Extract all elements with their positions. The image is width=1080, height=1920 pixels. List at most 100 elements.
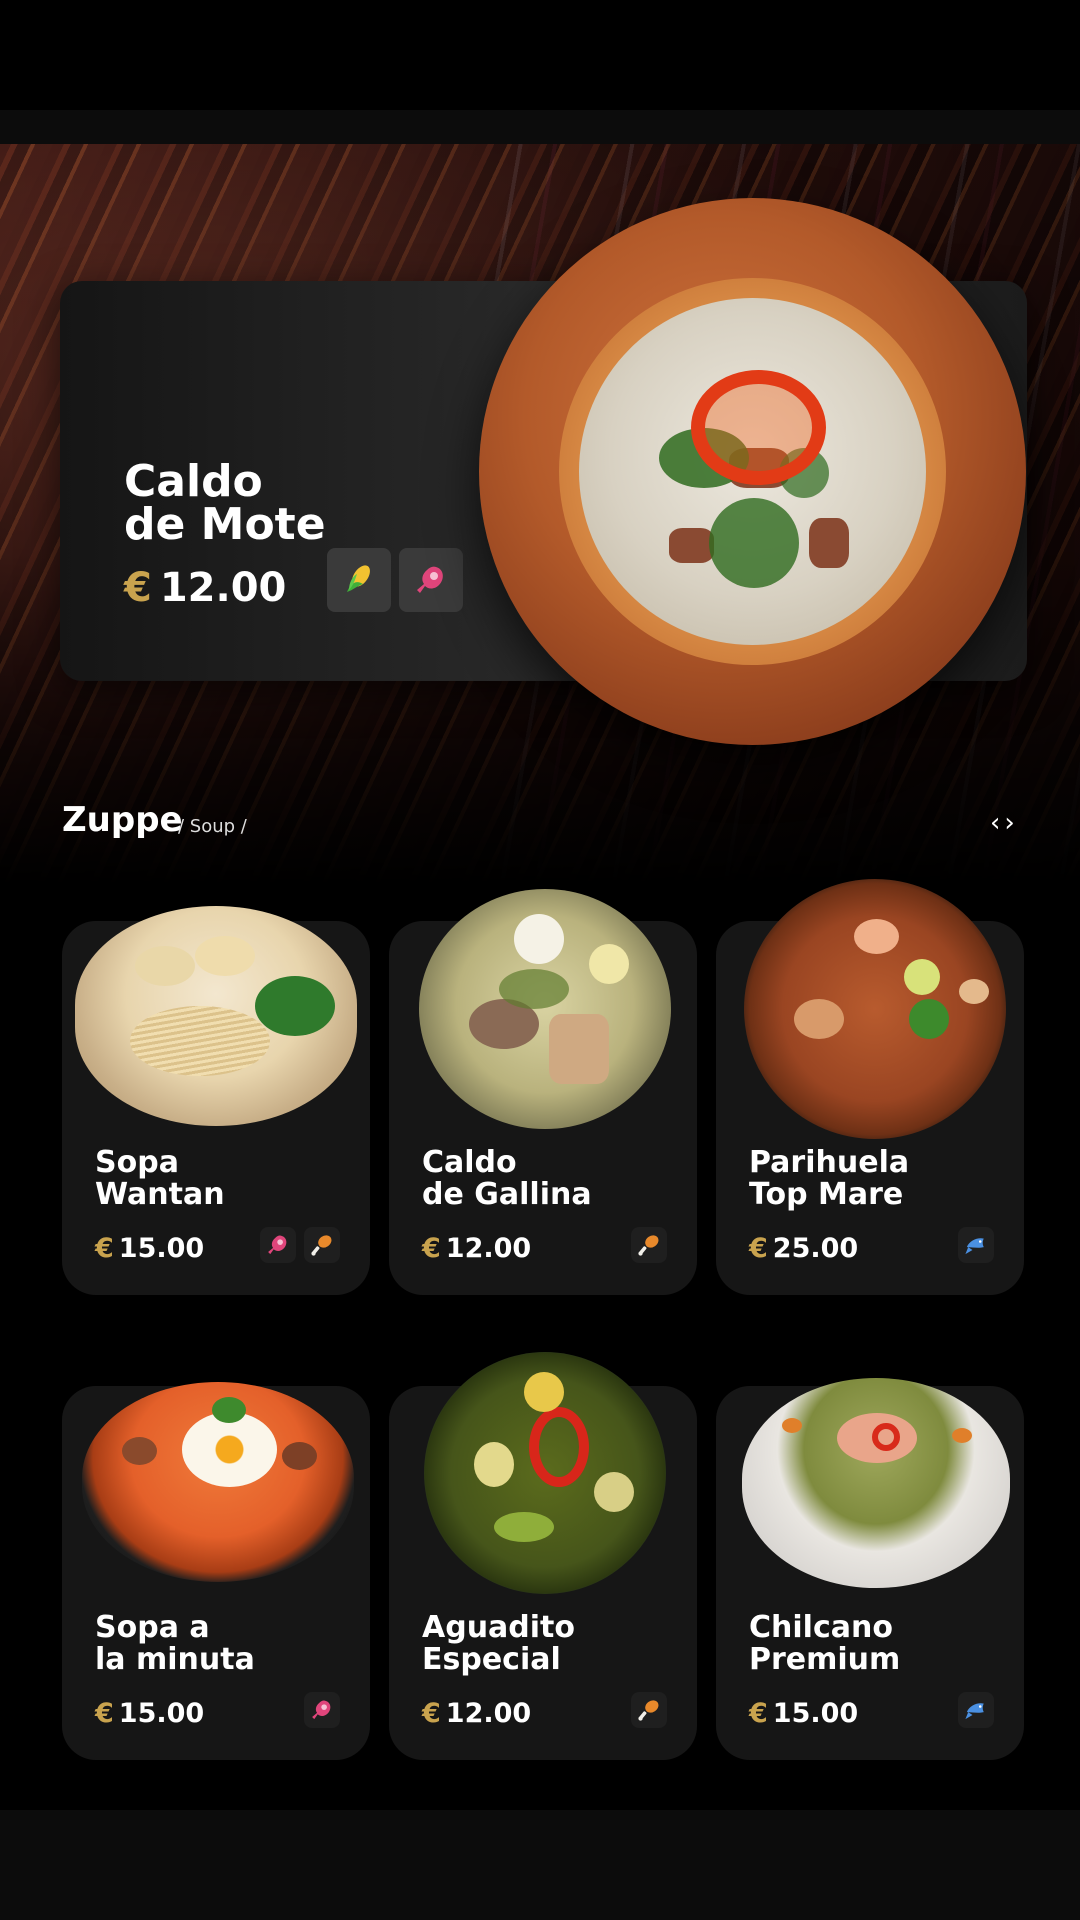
dish-name-line2: Wantan [95, 1177, 225, 1212]
dish-price: €12.00 [422, 1233, 531, 1264]
menu-card-aguadito-especial[interactable]: Aguadito Especial €12.00 [389, 1352, 697, 1760]
chicken-piece [549, 1014, 609, 1084]
fish-tag [958, 1692, 994, 1728]
dish-image [744, 879, 1006, 1139]
currency-symbol: € [95, 1233, 114, 1264]
cilantro [909, 999, 949, 1039]
chevron-right-icon[interactable]: › [1004, 808, 1014, 838]
dish-image [82, 1382, 354, 1582]
meat-allergen-badge[interactable] [399, 548, 463, 612]
dish-name-line1: Sopa a [95, 1610, 210, 1645]
fish-tag [958, 1227, 994, 1263]
fish-icon [965, 1703, 984, 1720]
corn-allergen-badge[interactable] [327, 548, 391, 612]
chicken-leg-icon [311, 1235, 332, 1256]
dish-price: €15.00 [95, 1233, 204, 1264]
soup-bowl [579, 298, 926, 645]
wonton [135, 946, 195, 986]
bottom-strip [0, 1810, 1080, 1920]
featured-dish-image [479, 198, 1026, 745]
menu-card-sopa-wantan[interactable]: Sopa Wantan €15.00 [62, 906, 370, 1295]
fish-icon [965, 1238, 984, 1255]
top-bar [0, 0, 1080, 110]
chicken-tag [631, 1227, 667, 1263]
dish-name-line2: Especial [422, 1642, 561, 1677]
menu-card-caldo-de-gallina[interactable]: Caldo de Gallina €12.00 [389, 889, 697, 1295]
chicken-tag [304, 1227, 340, 1263]
dish-price-value: 12.00 [445, 1698, 532, 1729]
shrimp [854, 919, 899, 954]
meat-tag [260, 1227, 296, 1263]
currency-symbol: € [422, 1698, 441, 1729]
red-pepper [529, 1407, 589, 1487]
meat-icon [417, 566, 443, 593]
wonton [195, 936, 255, 976]
seafood [794, 999, 844, 1039]
dish-price-value: 15.00 [118, 1698, 205, 1729]
fried-egg [182, 1412, 277, 1487]
dish-price-value: 15.00 [118, 1233, 205, 1264]
lime-slice [904, 959, 940, 995]
herb-garnish [499, 969, 569, 1009]
meat-tag [304, 1692, 340, 1728]
greens [255, 976, 335, 1036]
featured-title-line1: Caldo [124, 456, 263, 507]
dish-price: €15.00 [95, 1698, 204, 1729]
meat-piece [809, 518, 849, 568]
chicken-leg-icon [638, 1235, 659, 1256]
currency-symbol: € [95, 1698, 114, 1729]
menu-card-sopa-a-la-minuta[interactable]: Sopa a la minuta €15.00 [62, 1382, 370, 1760]
featured-price: €12.00 [124, 565, 286, 611]
crab-claw [959, 979, 989, 1004]
top-strip [0, 110, 1080, 144]
dish-price: €15.00 [749, 1698, 858, 1729]
currency-symbol: € [749, 1698, 768, 1729]
dish-image [75, 906, 357, 1126]
dish-name: Chilcano Premium [749, 1612, 999, 1676]
dish-name-line1: Sopa [95, 1145, 179, 1180]
corn-icon [347, 565, 370, 592]
potato [589, 944, 629, 984]
dish-name-line2: la minuta [95, 1642, 255, 1677]
carousel-nav: ‹ › [990, 808, 1015, 838]
dish-name-line1: Parihuela [749, 1145, 910, 1180]
garnish [782, 1418, 802, 1433]
potato [524, 1372, 564, 1412]
chevron-left-icon[interactable]: ‹ [990, 808, 1000, 838]
dish-price-value: 12.00 [445, 1233, 532, 1264]
menu-card-chilcano-premium[interactable]: Chilcano Premium €15.00 [716, 1378, 1024, 1760]
garnish [952, 1428, 972, 1443]
section-subtitle: / Soup / [178, 816, 247, 837]
egg [514, 914, 564, 964]
meat-piece [669, 528, 714, 563]
dish-name: Caldo de Gallina [422, 1147, 672, 1211]
dish-price-value: 15.00 [772, 1698, 859, 1729]
dish-name-line1: Aguadito [422, 1610, 576, 1645]
dish-name-line2: Premium [749, 1642, 901, 1677]
chicken-tag [631, 1692, 667, 1728]
peas [494, 1512, 554, 1542]
meat-icon [268, 1235, 287, 1255]
dish-image [742, 1378, 1010, 1588]
dish-name-line2: de Gallina [422, 1177, 592, 1212]
beef-piece [282, 1442, 317, 1470]
section-title: Zuppe [62, 800, 183, 840]
cilantro [212, 1397, 246, 1423]
currency-symbol: € [422, 1233, 441, 1264]
dish-image [419, 889, 671, 1129]
menu-card-parihuela-top-mare[interactable]: Parihuela Top Mare €25.00 [716, 879, 1024, 1295]
dish-name-line1: Caldo [422, 1145, 517, 1180]
beef-piece [122, 1437, 157, 1465]
dish-image [424, 1352, 666, 1594]
dish-price: €25.00 [749, 1233, 858, 1264]
meat-icon [312, 1700, 331, 1720]
dish-name: Sopa a la minuta [95, 1612, 345, 1676]
currency-symbol: € [124, 565, 152, 611]
chicken-leg-icon [638, 1700, 659, 1721]
corn [474, 1442, 514, 1487]
chili-ring [872, 1423, 900, 1451]
herb-garnish [709, 498, 799, 588]
chicken-piece [594, 1472, 634, 1512]
pepper-slice [691, 370, 826, 485]
dish-name: Sopa Wantan [95, 1147, 345, 1211]
